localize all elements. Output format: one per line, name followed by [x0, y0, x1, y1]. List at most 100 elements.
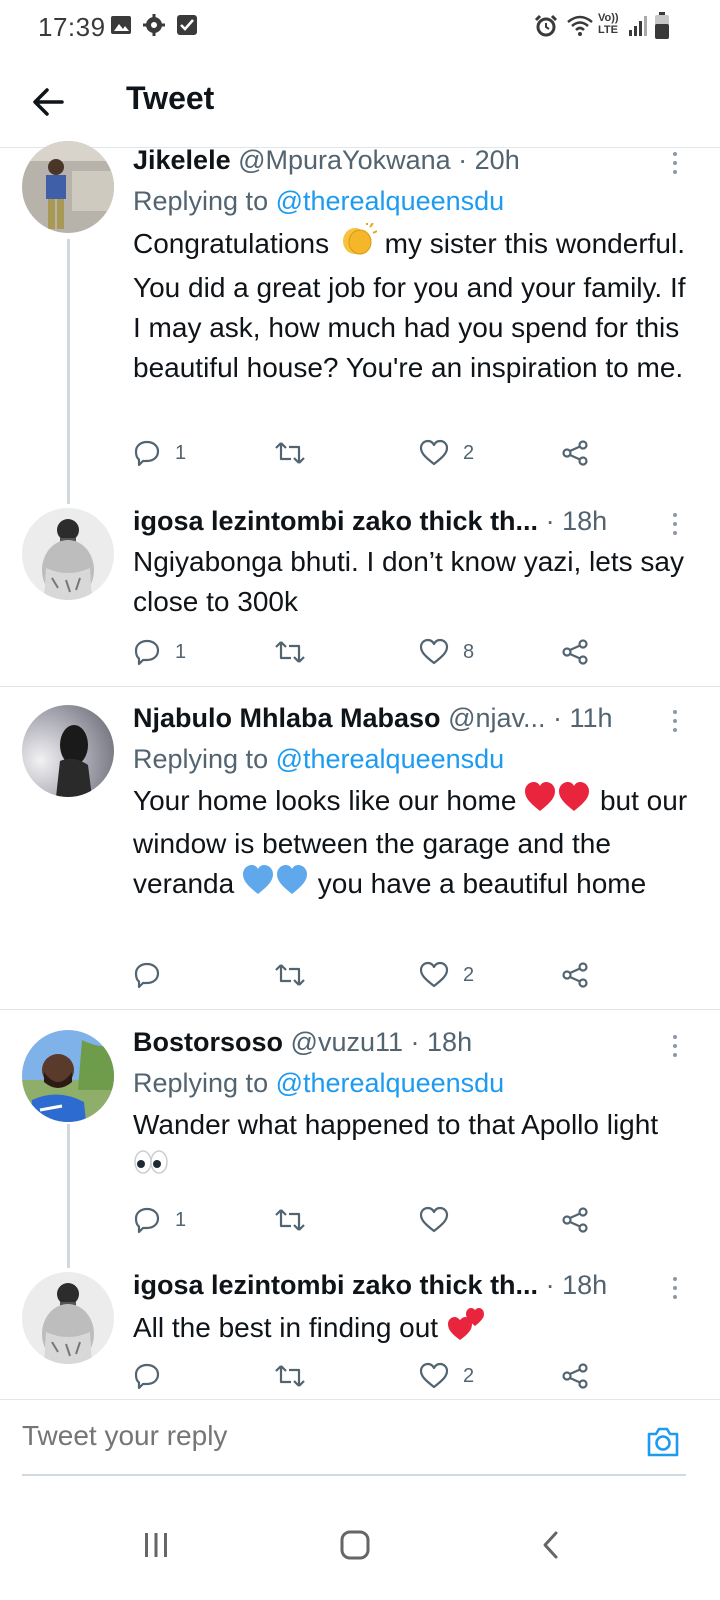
share-icon [562, 639, 588, 665]
like-button[interactable]: 2 [419, 955, 474, 995]
tweet-time: · 18h [410, 1027, 473, 1057]
display-name[interactable]: Jikelele [133, 145, 231, 175]
user-handle[interactable]: @vuzu11 [291, 1027, 403, 1057]
retweet-button[interactable] [273, 1356, 307, 1396]
gallery-icon [110, 14, 132, 41]
reply-icon [134, 962, 160, 989]
share-icon [562, 962, 588, 988]
mention-link[interactable]: @therealqueensdu [276, 186, 505, 216]
camera-icon[interactable] [645, 1424, 681, 1460]
reply-count: 1 [175, 441, 187, 464]
mention-link[interactable]: @therealqueensdu [276, 744, 505, 774]
retweet-button[interactable] [273, 1200, 307, 1240]
tweet-reply[interactable]: Bostorsoso @vuzu11 · 18h Replying to @th… [0, 1010, 720, 1268]
more-options-icon[interactable] [670, 149, 680, 179]
retweet-icon [275, 1365, 305, 1387]
reply-icon [134, 1207, 160, 1234]
arrow-left-icon[interactable] [30, 84, 66, 120]
tweet-actions: 1 8 [133, 632, 613, 672]
tweet-text: Wander what happened to that Apollo ligh… [133, 1105, 693, 1187]
more-options-icon[interactable] [670, 510, 680, 540]
share-button[interactable] [561, 433, 589, 473]
gear-icon [143, 14, 165, 41]
retweet-icon [275, 442, 305, 464]
tweet-reply[interactable]: Njabulo Mhlaba Mabaso @njav... · 11h Rep… [0, 687, 720, 1009]
share-button[interactable] [561, 955, 589, 995]
avatar[interactable] [22, 705, 114, 797]
heart-icon [419, 439, 449, 466]
thread-line [67, 1124, 70, 1268]
like-count: 2 [463, 441, 475, 464]
battery-icon [654, 12, 670, 45]
eyes-emoji [133, 1147, 169, 1187]
clapping-hands-emoji [337, 221, 378, 268]
tweet-meta: Jikelele @MpuraYokwana · 20h [133, 143, 693, 177]
like-button[interactable]: 2 [419, 433, 474, 473]
display-name[interactable]: igosa lezintombi zako thick th... [133, 506, 538, 536]
reply-input[interactable] [22, 1420, 582, 1452]
thread-line [67, 239, 70, 504]
tweet-actions: 1 2 [133, 433, 613, 473]
user-handle[interactable]: @MpuraYokwana [238, 145, 451, 175]
display-name[interactable]: Njabulo Mhlaba Mabaso [133, 703, 441, 733]
status-time: 17:39 [38, 12, 106, 42]
like-button[interactable]: 2 [419, 1356, 474, 1396]
retweet-button[interactable] [273, 955, 307, 995]
reply-icon [134, 639, 160, 666]
avatar[interactable] [22, 508, 114, 600]
recent-apps-icon[interactable] [126, 1520, 186, 1570]
heart-icon [419, 1362, 449, 1389]
reply-button[interactable]: 1 [133, 1200, 186, 1240]
home-icon[interactable] [325, 1520, 385, 1570]
reply-button[interactable] [133, 1356, 161, 1396]
tweet-text: Congratulations my sister this wonderful… [133, 221, 693, 388]
wifi-icon [566, 14, 594, 43]
tweet-reply[interactable]: igosa lezintombi zako thick th... · 18h … [0, 1268, 720, 1399]
alarm-icon [534, 14, 558, 43]
mention-link[interactable]: @therealqueensdu [276, 1068, 505, 1098]
tweet-text: Ngiyabonga bhuti. I don’t know yazi, let… [133, 546, 684, 617]
back-icon[interactable] [522, 1520, 582, 1570]
tweet-actions: 1 [133, 1200, 613, 1240]
avatar[interactable] [22, 1030, 114, 1122]
share-button[interactable] [561, 632, 589, 672]
tweet-reply[interactable]: igosa lezintombi zako thick th... · 18h … [0, 504, 720, 686]
tweet-meta: igosa lezintombi zako thick th... · 18h [133, 1268, 693, 1302]
page-title: Tweet [126, 80, 215, 116]
tweet-time: · 20h [458, 145, 520, 175]
signal-icon [628, 14, 648, 43]
tweet-meta: Bostorsoso @vuzu11 · 18h [133, 1025, 693, 1059]
more-options-icon[interactable] [670, 707, 680, 737]
more-options-icon[interactable] [670, 1274, 680, 1304]
more-options-icon[interactable] [670, 1032, 680, 1062]
retweet-button[interactable] [273, 433, 307, 473]
heart-icon [419, 961, 449, 988]
reply-composer [0, 1400, 720, 1480]
tweet-time: · 18h [545, 506, 608, 536]
tweet-text: Your home looks like our home but our wi… [133, 781, 693, 907]
like-button[interactable]: 8 [419, 632, 474, 672]
reply-button[interactable]: 1 [133, 433, 186, 473]
share-button[interactable] [561, 1200, 589, 1240]
share-button[interactable] [561, 1356, 589, 1396]
retweet-button[interactable] [273, 632, 307, 672]
tweet-meta: Njabulo Mhlaba Mabaso @njav... · 11h [133, 701, 693, 735]
tweet-text: All the best in finding out [133, 1306, 693, 1353]
avatar[interactable] [22, 1272, 114, 1364]
display-name[interactable]: Bostorsoso [133, 1027, 283, 1057]
retweet-icon [275, 1209, 305, 1231]
display-name[interactable]: igosa lezintombi zako thick th... [133, 1270, 538, 1300]
reply-button[interactable] [133, 955, 161, 995]
avatar[interactable] [22, 141, 114, 233]
like-button[interactable] [419, 1200, 449, 1240]
retweet-icon [275, 641, 305, 663]
reply-button[interactable]: 1 [133, 632, 186, 672]
volte-icon: Vo)) LTE [598, 12, 619, 36]
like-count: 2 [463, 963, 475, 986]
reply-icon [134, 440, 160, 467]
user-handle[interactable]: @njav... [448, 703, 545, 733]
reply-count: 1 [175, 1208, 187, 1231]
replying-to: Replying to @therealqueensdu [133, 744, 505, 774]
tweet-reply[interactable]: Jikelele @MpuraYokwana · 20h Replying to… [0, 141, 720, 504]
reply-count: 1 [175, 640, 187, 663]
